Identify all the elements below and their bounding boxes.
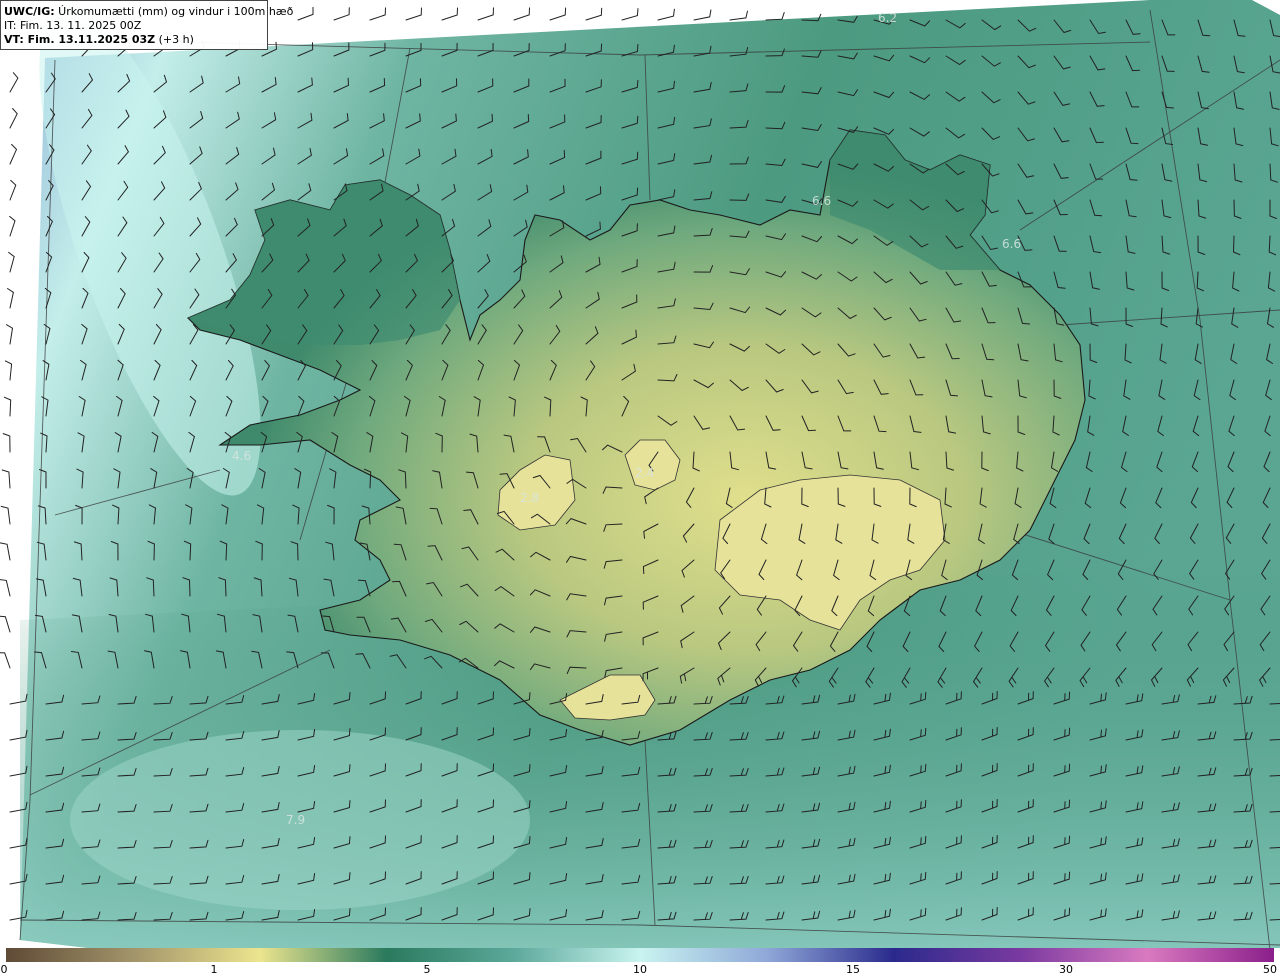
wind-barb <box>0 615 11 633</box>
wind-barb <box>693 9 712 21</box>
init-time: IT: Fim. 13. 11. 2025 00Z <box>4 19 142 32</box>
wind-barb <box>0 579 11 597</box>
wind-barb <box>0 505 11 525</box>
wind-barb <box>8 251 15 273</box>
value-label: 6.6 <box>812 194 831 208</box>
value-label: 2.4 <box>635 466 654 480</box>
forecast-map: 6.2 6.6 6.6 4.6 2.8 2.4 7.9 <box>0 0 1280 948</box>
value-label: 4.6 <box>232 449 251 463</box>
colorbar-tick-label: 5 <box>423 963 431 976</box>
wind-barb <box>405 7 422 21</box>
forecast-offset: (+3 h) <box>155 33 194 46</box>
colorbar-tick-label: 15 <box>846 963 860 976</box>
colorbar-tick-label: 1 <box>210 963 218 976</box>
wind-barb <box>9 179 17 201</box>
wind-barb <box>369 7 386 21</box>
map-header: UWC/IG: Úrkomumætti (mm) og vindur i 100… <box>0 0 293 50</box>
color-legend: 0 1 5 10 15 30 50 <box>0 948 1280 978</box>
wind-barb <box>585 7 603 21</box>
wind-barb <box>9 143 18 165</box>
value-label: 7.9 <box>286 813 305 827</box>
value-label: 6.2 <box>878 11 897 25</box>
wind-barb <box>9 72 19 93</box>
wind-barb <box>477 7 494 21</box>
wind-barb <box>3 396 12 417</box>
wind-barb <box>621 8 639 21</box>
wind-barb <box>9 215 16 237</box>
wind-barb <box>0 542 11 561</box>
valid-time: VT: Fim. 13.11.2025 03Z <box>4 33 156 46</box>
wind-barb <box>9 108 18 129</box>
colorbar-tick-label: 50 <box>1263 963 1277 976</box>
model-name: UWC/IG: <box>4 5 55 18</box>
wind-barb <box>765 12 785 21</box>
wind-barb <box>333 7 350 21</box>
wind-barb <box>549 7 567 21</box>
wind-barb <box>297 6 314 21</box>
title-line: UWC/IG: Úrkomumætti (mm) og vindur i 100… <box>4 5 293 19</box>
colorbar-tick-label: 30 <box>1059 963 1073 976</box>
wind-barb <box>7 288 14 309</box>
colorbar-tick-label: 10 <box>633 963 647 976</box>
wind-barb <box>6 324 14 345</box>
wind-barb <box>0 652 11 669</box>
wind-barb <box>729 10 748 21</box>
wind-barb <box>657 8 675 21</box>
wind-barb <box>513 7 530 21</box>
wind-barb <box>4 360 13 381</box>
wind-barb <box>2 433 11 453</box>
wind-barb <box>1 469 11 489</box>
map-title: Úrkomumætti (mm) og vindur i 100m hæð <box>54 5 294 18</box>
colorbar-tick-label: 0 <box>0 963 8 976</box>
colorbar <box>6 948 1274 962</box>
wind-barb <box>441 7 458 21</box>
valid-time-line: VT: Fim. 13.11.2025 03Z (+3 h) <box>4 33 264 47</box>
value-label: 6.6 <box>1002 237 1021 251</box>
value-label: 2.8 <box>520 491 539 505</box>
